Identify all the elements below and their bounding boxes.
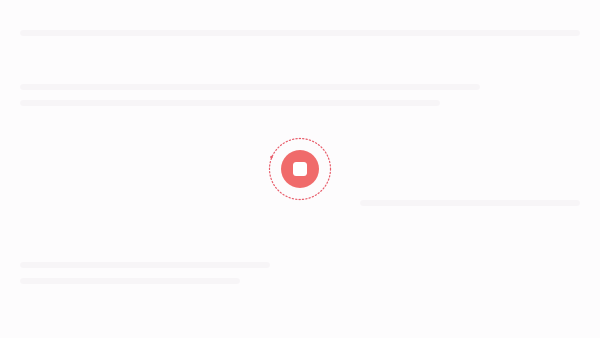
stop-recording-button[interactable]: [281, 150, 319, 188]
stop-icon: [293, 162, 307, 176]
faded-content-line: [20, 84, 480, 90]
faded-content-line: [360, 200, 580, 206]
faded-content-line: [20, 30, 580, 36]
recording-indicator: [268, 137, 332, 201]
ring-marker: [270, 155, 273, 159]
recording-indicator-graphic: [268, 137, 332, 201]
faded-content-line: [20, 278, 240, 284]
faded-content-line: [20, 100, 440, 106]
faded-content-line: [20, 262, 270, 268]
screen-overlay: [0, 0, 600, 338]
